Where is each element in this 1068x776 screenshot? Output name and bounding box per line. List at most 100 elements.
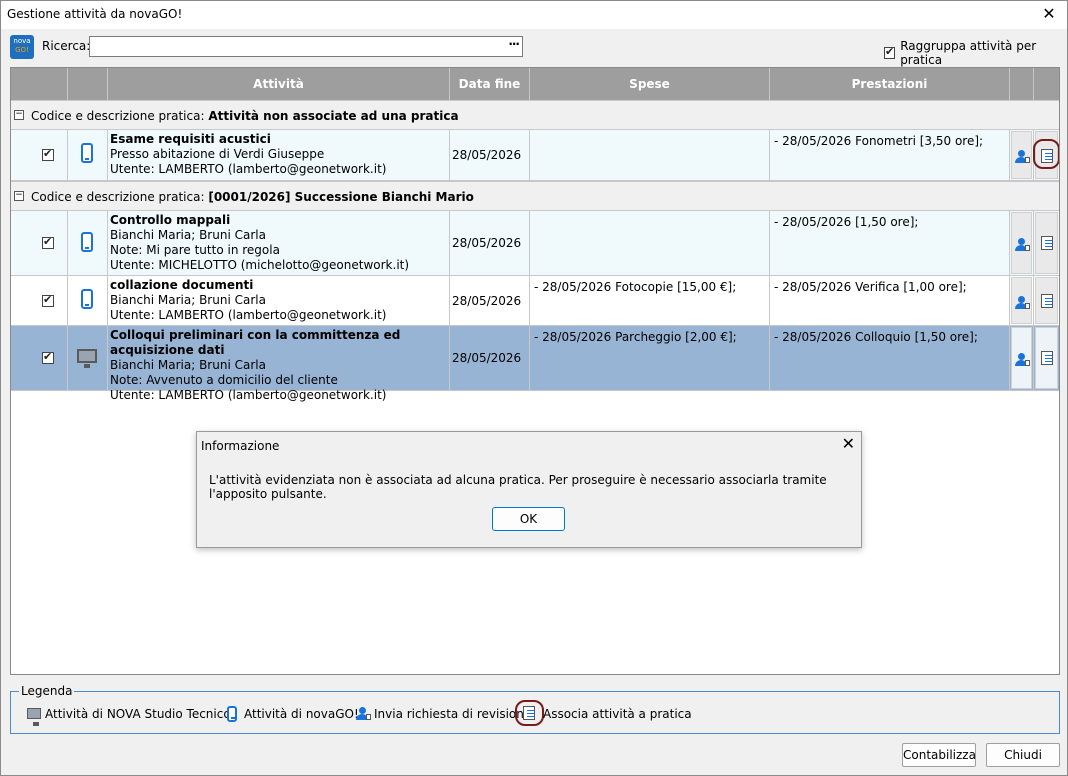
activity-line: Bianchi Maria; Bruni Carla bbox=[110, 228, 266, 242]
row-checkbox[interactable] bbox=[42, 235, 54, 249]
group-name: Attività non associate ad una pratica bbox=[208, 109, 459, 123]
legend-item-label: Attività di NOVA Studio Tecnico bbox=[45, 707, 231, 721]
legend-item-label: Associa attività a pratica bbox=[543, 707, 692, 721]
row-checkbox[interactable] bbox=[42, 147, 54, 161]
send-revision-button[interactable] bbox=[1011, 212, 1032, 274]
activity-expenses: - 28/05/2026 Fotocopie [15,00 €]; bbox=[530, 276, 770, 325]
table-row-selected[interactable]: Colloqui preliminari con la committenza … bbox=[11, 326, 1059, 402]
header-check-column bbox=[11, 68, 68, 100]
associate-practice-button[interactable] bbox=[1035, 277, 1058, 324]
associate-icon bbox=[1041, 294, 1053, 308]
send-revision-icon bbox=[1015, 150, 1030, 164]
associate-practice-button[interactable] bbox=[1035, 212, 1058, 274]
activity-title: collazione documenti bbox=[110, 278, 254, 292]
activity-services: - 28/05/2026 Verifica [1,00 ore]; bbox=[770, 276, 1010, 325]
monitor-icon bbox=[77, 349, 97, 368]
highlight-ring bbox=[1033, 139, 1059, 169]
group-name: [0001/2026] Successione Bianchi Mario bbox=[208, 190, 474, 204]
novago-logo-icon: nova GO! bbox=[10, 35, 34, 59]
group-row-unassigned[interactable]: − Codice e descrizione pratica: Attività… bbox=[11, 100, 1059, 130]
activity-line: Note: Mi pare tutto in regola bbox=[110, 243, 280, 257]
activity-line: Presso abitazione di Verdi Giuseppe bbox=[110, 147, 325, 161]
legend-title: Legenda bbox=[19, 684, 75, 698]
activity-expenses bbox=[530, 130, 770, 180]
header-expenses[interactable]: Spese bbox=[530, 68, 770, 100]
send-revision-button[interactable] bbox=[1011, 131, 1032, 179]
group-prefix: Codice e descrizione pratica: bbox=[31, 190, 205, 204]
activity-line: Utente: LAMBERTO (lamberto@geonetwork.it… bbox=[110, 162, 387, 176]
phone-icon bbox=[81, 232, 93, 252]
activity-line: Bianchi Maria; Bruni Carla bbox=[110, 358, 266, 372]
activity-title: Colloqui preliminari con la committenza … bbox=[110, 328, 401, 357]
legend-item-label: Invia richiesta di revisione bbox=[374, 707, 532, 721]
activity-end-date: 28/05/2026 bbox=[450, 130, 530, 180]
search-input[interactable]: ··· bbox=[89, 36, 523, 57]
main-window: Gestione attività da novaGO! ✕ nova GO! … bbox=[0, 0, 1068, 776]
activity-line: Note: Avvenuto a domicilio del cliente bbox=[110, 373, 338, 387]
dialog-title: Informazione bbox=[201, 439, 280, 453]
activity-line: Utente: LAMBERTO (lamberto@geonetwork.it… bbox=[110, 388, 387, 402]
highlight-ring bbox=[515, 700, 544, 726]
activity-grid: Attività Data fine Spese Prestazioni − C… bbox=[10, 67, 1060, 675]
search-label: Ricerca: bbox=[42, 39, 91, 53]
table-row[interactable]: collazione documenti Bianchi Maria; Brun… bbox=[11, 276, 1059, 326]
activity-title: Controllo mappali bbox=[110, 213, 231, 227]
group-by-practice-option[interactable]: Raggruppa attività per pratica bbox=[884, 39, 1067, 67]
activity-end-date: 28/05/2026 bbox=[450, 211, 530, 275]
associate-icon bbox=[1041, 351, 1053, 365]
activity-services: - 28/05/2026 Colloquio [1,50 ore]; bbox=[770, 326, 1010, 390]
window-close-button[interactable]: ✕ bbox=[1037, 3, 1061, 25]
title-bar: Gestione attività da novaGO! ✕ bbox=[1, 1, 1067, 29]
activity-line: Utente: LAMBERTO (lamberto@geonetwork.it… bbox=[110, 308, 387, 322]
send-revision-icon bbox=[356, 707, 371, 721]
dialog-close-button[interactable]: ✕ bbox=[842, 434, 855, 453]
info-dialog: Informazione ✕ L'attività evidenziata no… bbox=[196, 431, 862, 548]
phone-icon bbox=[81, 143, 93, 163]
activity-services: - 28/05/2026 [1,50 ore]; bbox=[770, 211, 1010, 275]
associate-practice-button[interactable] bbox=[1035, 327, 1058, 389]
table-row[interactable]: Controllo mappali Bianchi Maria; Bruni C… bbox=[11, 211, 1059, 276]
collapse-toggle[interactable]: − bbox=[14, 191, 24, 201]
header-end-date[interactable]: Data fine bbox=[450, 68, 530, 100]
activity-line: Bianchi Maria; Bruni Carla bbox=[110, 293, 266, 307]
monitor-icon bbox=[27, 708, 41, 726]
activity-expenses: - 28/05/2026 Parcheggio [2,00 €]; bbox=[530, 326, 770, 390]
header-revision-column bbox=[1010, 68, 1034, 100]
send-revision-icon bbox=[1015, 353, 1030, 367]
activity-expenses bbox=[530, 211, 770, 275]
search-more-button[interactable]: ··· bbox=[508, 37, 520, 51]
phone-icon bbox=[227, 706, 237, 722]
group-by-practice-checkbox[interactable] bbox=[884, 45, 896, 59]
group-by-practice-label: Raggruppa attività per pratica bbox=[900, 39, 1037, 67]
send-revision-icon bbox=[1015, 296, 1030, 310]
legend-group: Legenda Attività di NOVA Studio Tecnico … bbox=[10, 684, 1060, 734]
activity-end-date: 28/05/2026 bbox=[450, 326, 530, 390]
activity-services: - 28/05/2026 Fonometri [3,50 ore]; bbox=[770, 130, 1010, 180]
group-row-practice[interactable]: − Codice e descrizione pratica: [0001/20… bbox=[11, 181, 1059, 211]
phone-icon bbox=[81, 289, 93, 309]
header-associate-column bbox=[1034, 68, 1059, 100]
row-checkbox[interactable] bbox=[42, 293, 54, 307]
grid-header: Attività Data fine Spese Prestazioni bbox=[11, 68, 1059, 100]
legend-item-label: Attività di novaGO! bbox=[244, 707, 359, 721]
collapse-toggle[interactable]: − bbox=[14, 110, 24, 120]
close-button[interactable]: Chiudi bbox=[986, 743, 1060, 767]
ok-button[interactable]: OK bbox=[492, 507, 565, 531]
activity-line: Utente: MICHELOTTO (michelotto@geonetwor… bbox=[110, 258, 410, 272]
associate-icon bbox=[1041, 236, 1053, 250]
row-checkbox[interactable] bbox=[42, 350, 54, 364]
table-row[interactable]: Esame requisiti acustici Presso abitazio… bbox=[11, 130, 1059, 181]
post-button[interactable]: Contabilizza bbox=[902, 743, 976, 767]
send-revision-button[interactable] bbox=[1011, 277, 1032, 324]
logo-text-nova: nova bbox=[13, 37, 31, 45]
send-revision-button[interactable] bbox=[1011, 327, 1032, 389]
activity-title: Esame requisiti acustici bbox=[110, 132, 271, 146]
header-source-column bbox=[68, 68, 108, 100]
header-services[interactable]: Prestazioni bbox=[770, 68, 1010, 100]
window-title: Gestione attività da novaGO! bbox=[7, 7, 183, 21]
logo-text-go: GO! bbox=[15, 46, 29, 54]
dialog-message: L'attività evidenziata non è associata a… bbox=[209, 473, 827, 501]
header-activity[interactable]: Attività bbox=[108, 68, 450, 100]
send-revision-icon bbox=[1015, 238, 1030, 252]
activity-end-date: 28/05/2026 bbox=[450, 276, 530, 325]
